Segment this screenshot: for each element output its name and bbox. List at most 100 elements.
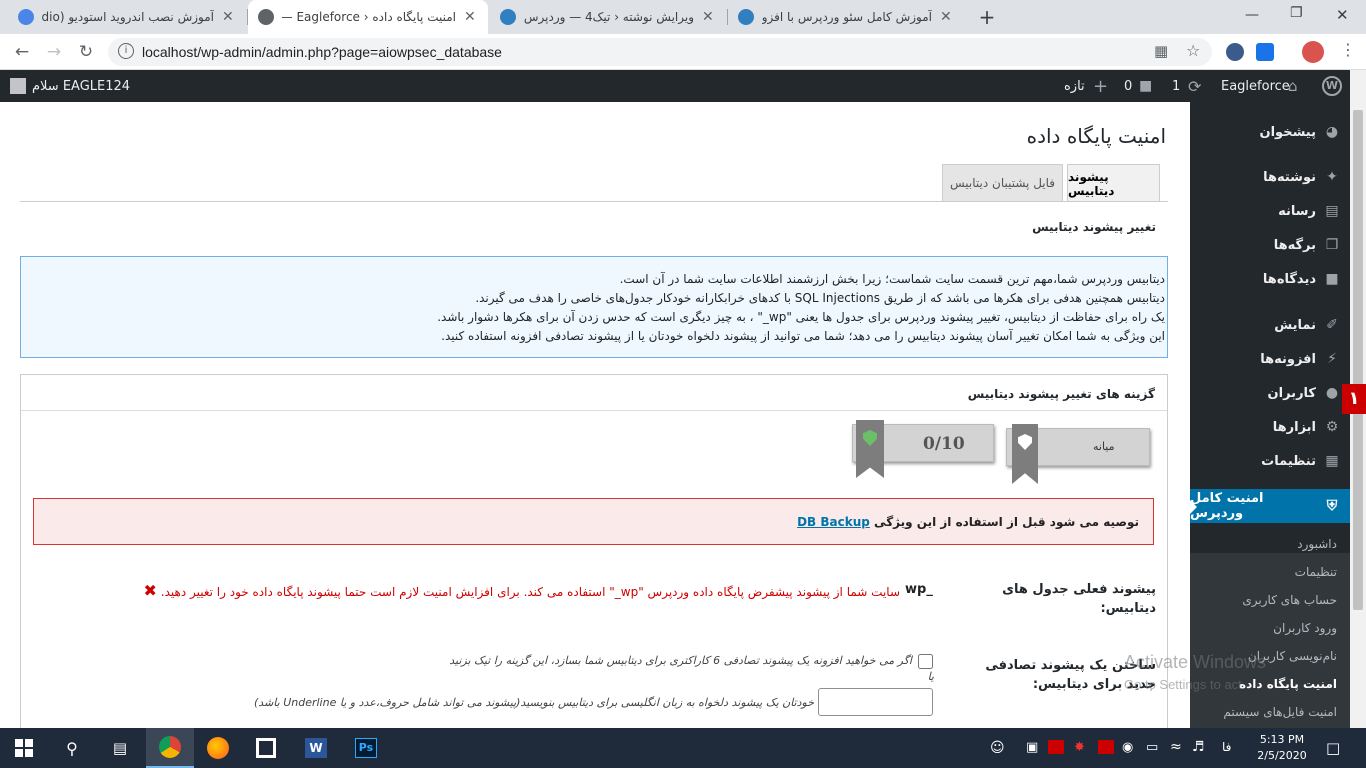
extension-icon[interactable] xyxy=(1256,43,1274,61)
user-greeting[interactable]: سلام EAGLE124 xyxy=(32,70,130,102)
translate-icon[interactable]: ▦ xyxy=(1154,42,1168,60)
submenu-filesystem-security[interactable]: امنیت فایل‌های سیستم xyxy=(1190,698,1350,726)
add-new-icon[interactable]: + xyxy=(1093,70,1108,102)
bookmark-star-icon[interactable]: ☆ xyxy=(1186,41,1200,60)
postbox-divider xyxy=(21,410,1167,411)
info-line: دیتابیس وردپرس شما،مهم ترین قسمت سایت شم… xyxy=(619,272,1165,286)
db-backup-link[interactable]: DB Backup xyxy=(797,515,870,529)
menu-item-tools[interactable]: ⚙ ابزارها xyxy=(1190,410,1350,444)
tray-app-icon[interactable]: ▣ xyxy=(1026,740,1038,755)
tray-red2-icon[interactable] xyxy=(1098,740,1114,754)
photoshop-taskbar-icon[interactable]: Ps xyxy=(342,728,390,768)
pin-icon: ✦ xyxy=(1326,169,1338,185)
wordpress-favicon-icon xyxy=(500,9,516,25)
chrome-taskbar-icon[interactable] xyxy=(146,728,194,768)
tray-bug-icon[interactable]: ✸ xyxy=(1074,740,1085,755)
media-icon: ▤ xyxy=(1325,203,1339,219)
close-tab-icon[interactable]: ✕ xyxy=(702,9,716,25)
submenu-user-accounts[interactable]: حساب های کاربری xyxy=(1190,586,1350,614)
site-name-link[interactable]: Eagleforce xyxy=(1221,70,1290,102)
wp-admin-bar: W ⌂ Eagleforce ⟳ 1 ■ 0 + تازه سلام EAGLE… xyxy=(0,70,1350,102)
section-title: تغییر پیشوند دیتابیس xyxy=(1032,220,1156,234)
browser-tab[interactable]: ویرایش نوشته ‹ تیک4 — وردپرس ✕ xyxy=(490,0,726,34)
comments-icon[interactable]: ■ xyxy=(1139,70,1152,102)
address-bar[interactable]: i localhost/wp-admin/admin.php?page=aiow… xyxy=(108,38,1212,66)
language-indicator[interactable]: فا xyxy=(1222,740,1231,754)
profile-avatar[interactable] xyxy=(1302,41,1324,63)
menu-item-plugins[interactable]: ⚡ افزونه‌ها xyxy=(1190,342,1350,376)
info-line: دیتابیس همچنین هدفی برای هکرها می باشد ک… xyxy=(475,291,1165,305)
task-view-icon[interactable]: ▤ xyxy=(96,728,144,768)
custom-prefix-help: خودتان یک پیشوند دلخواه به زبان انگلیسی … xyxy=(254,696,814,709)
brush-icon: ✐ xyxy=(1326,317,1338,333)
menu-item-settings[interactable]: ▦ تنظیمات xyxy=(1190,444,1350,478)
comments-count[interactable]: 0 xyxy=(1124,70,1132,102)
tab-db-prefix[interactable]: پیشوند دیتابیس xyxy=(1067,164,1160,202)
user-avatar-icon[interactable] xyxy=(10,70,26,102)
close-tab-icon[interactable]: ✕ xyxy=(940,9,954,25)
menu-item-dashboard[interactable]: ◕ پیشخوان xyxy=(1190,115,1350,149)
volume-icon[interactable]: ♬ xyxy=(1192,739,1205,755)
tray-red-icon[interactable] xyxy=(1048,740,1064,754)
security-submenu: داشبورد تنظیمات حساب های کاربری ورود کار… xyxy=(1190,537,1350,728)
wordpress-logo-icon[interactable]: W xyxy=(1320,70,1344,102)
windows-start-icon[interactable] xyxy=(0,728,48,768)
menu-item-media[interactable]: ▤ رسانه xyxy=(1190,194,1350,228)
new-content-link[interactable]: تازه xyxy=(1064,70,1085,102)
current-prefix-note: سایت شما از پیشوند پیشفرض پایگاه داده ور… xyxy=(160,585,900,599)
custom-prefix-input[interactable] xyxy=(818,688,933,716)
annotation-badge: ۱ xyxy=(1342,384,1366,414)
submenu-settings[interactable]: تنظیمات xyxy=(1190,558,1350,586)
info-notice: دیتابیس وردپرس شما،مهم ترین قسمت سایت شم… xyxy=(20,256,1168,358)
windows-taskbar: ⚲ ▤ W Ps ☺ ▣ ✸ ◉ ▭ ≈ ♬ فا 5:13 PM 2/5/20… xyxy=(0,728,1366,768)
random-prefix-checkbox[interactable] xyxy=(918,654,933,669)
reload-icon[interactable]: ↻ xyxy=(74,40,98,64)
minimize-icon[interactable]: — xyxy=(1245,7,1259,23)
tab-db-backup[interactable]: فایل پشتیبان دیتابیس xyxy=(942,164,1063,201)
updates-count[interactable]: 1 xyxy=(1172,70,1180,102)
menu-item-comments[interactable]: ■ دیدگاه‌ها xyxy=(1190,262,1350,296)
dashboard-icon: ◕ xyxy=(1325,124,1339,140)
people-icon[interactable]: ☺ xyxy=(990,740,1005,756)
menu-item-users[interactable]: ● کاربران xyxy=(1190,376,1350,410)
browser-tab[interactable]: آموزش نصب اندروید استودیو (Android Studi… xyxy=(8,0,246,34)
tray-globe-icon[interactable]: ◉ xyxy=(1122,740,1133,755)
options-title: گزینه های تغییر پیشوند دیتابیس xyxy=(967,387,1155,401)
app-taskbar-icon[interactable] xyxy=(242,728,290,768)
new-tab-button[interactable]: + xyxy=(976,6,998,28)
settings-icon: ▦ xyxy=(1325,453,1339,469)
shield-icon: ⛨ xyxy=(1326,498,1338,514)
extension-globe-icon[interactable] xyxy=(1226,43,1244,61)
battery-icon[interactable]: ▭ xyxy=(1146,740,1158,755)
menu-item-posts[interactable]: ✦ نوشته‌ها xyxy=(1190,160,1350,194)
user-icon: ● xyxy=(1325,385,1339,401)
browser-menu-icon[interactable]: ⋮ xyxy=(1340,40,1356,59)
comment-icon: ■ xyxy=(1325,271,1339,287)
close-window-icon[interactable]: ✕ xyxy=(1336,6,1349,24)
current-prefix-value: wp_ xyxy=(905,582,933,597)
close-tab-icon[interactable]: ✕ xyxy=(464,9,478,25)
back-icon[interactable]: ← xyxy=(10,40,34,64)
submenu-dashboard[interactable]: داشبورد xyxy=(1190,530,1350,558)
wordpress-favicon-icon xyxy=(258,9,274,25)
search-icon[interactable]: ⚲ xyxy=(48,728,96,768)
updates-icon[interactable]: ⟳ xyxy=(1188,70,1201,102)
firefox-taskbar-icon[interactable] xyxy=(194,728,242,768)
menu-item-pages[interactable]: ❐ برگه‌ها xyxy=(1190,228,1350,262)
browser-tab-active[interactable]: امنیت پایگاه داده ‹ Eagleforce — وردپرس … xyxy=(248,0,488,34)
notifications-icon[interactable]: □ xyxy=(1326,739,1340,757)
info-icon[interactable]: i xyxy=(118,43,134,59)
site-favicon-icon xyxy=(18,9,34,25)
scrollbar-thumb[interactable] xyxy=(1353,110,1363,610)
menu-item-appearance[interactable]: ✐ نمایش xyxy=(1190,308,1350,342)
wifi-icon[interactable]: ≈ xyxy=(1170,739,1182,755)
page-title: امنیت پایگاه داده xyxy=(1026,124,1166,148)
menu-item-wp-security[interactable]: ⛨ امنیت کامل وردپرس xyxy=(1190,489,1350,523)
clock[interactable]: 5:13 PM 2/5/2020 xyxy=(1252,732,1312,764)
browser-tab[interactable]: آموزش کامل سئو وردپرس با افزونه ✕ xyxy=(728,0,964,34)
restore-icon[interactable]: ❐ xyxy=(1290,5,1303,21)
word-taskbar-icon[interactable]: W xyxy=(292,728,340,768)
close-tab-icon[interactable]: ✕ xyxy=(222,9,236,25)
forward-icon[interactable]: → xyxy=(42,40,66,64)
submenu-user-login[interactable]: ورود کاربران xyxy=(1190,614,1350,642)
